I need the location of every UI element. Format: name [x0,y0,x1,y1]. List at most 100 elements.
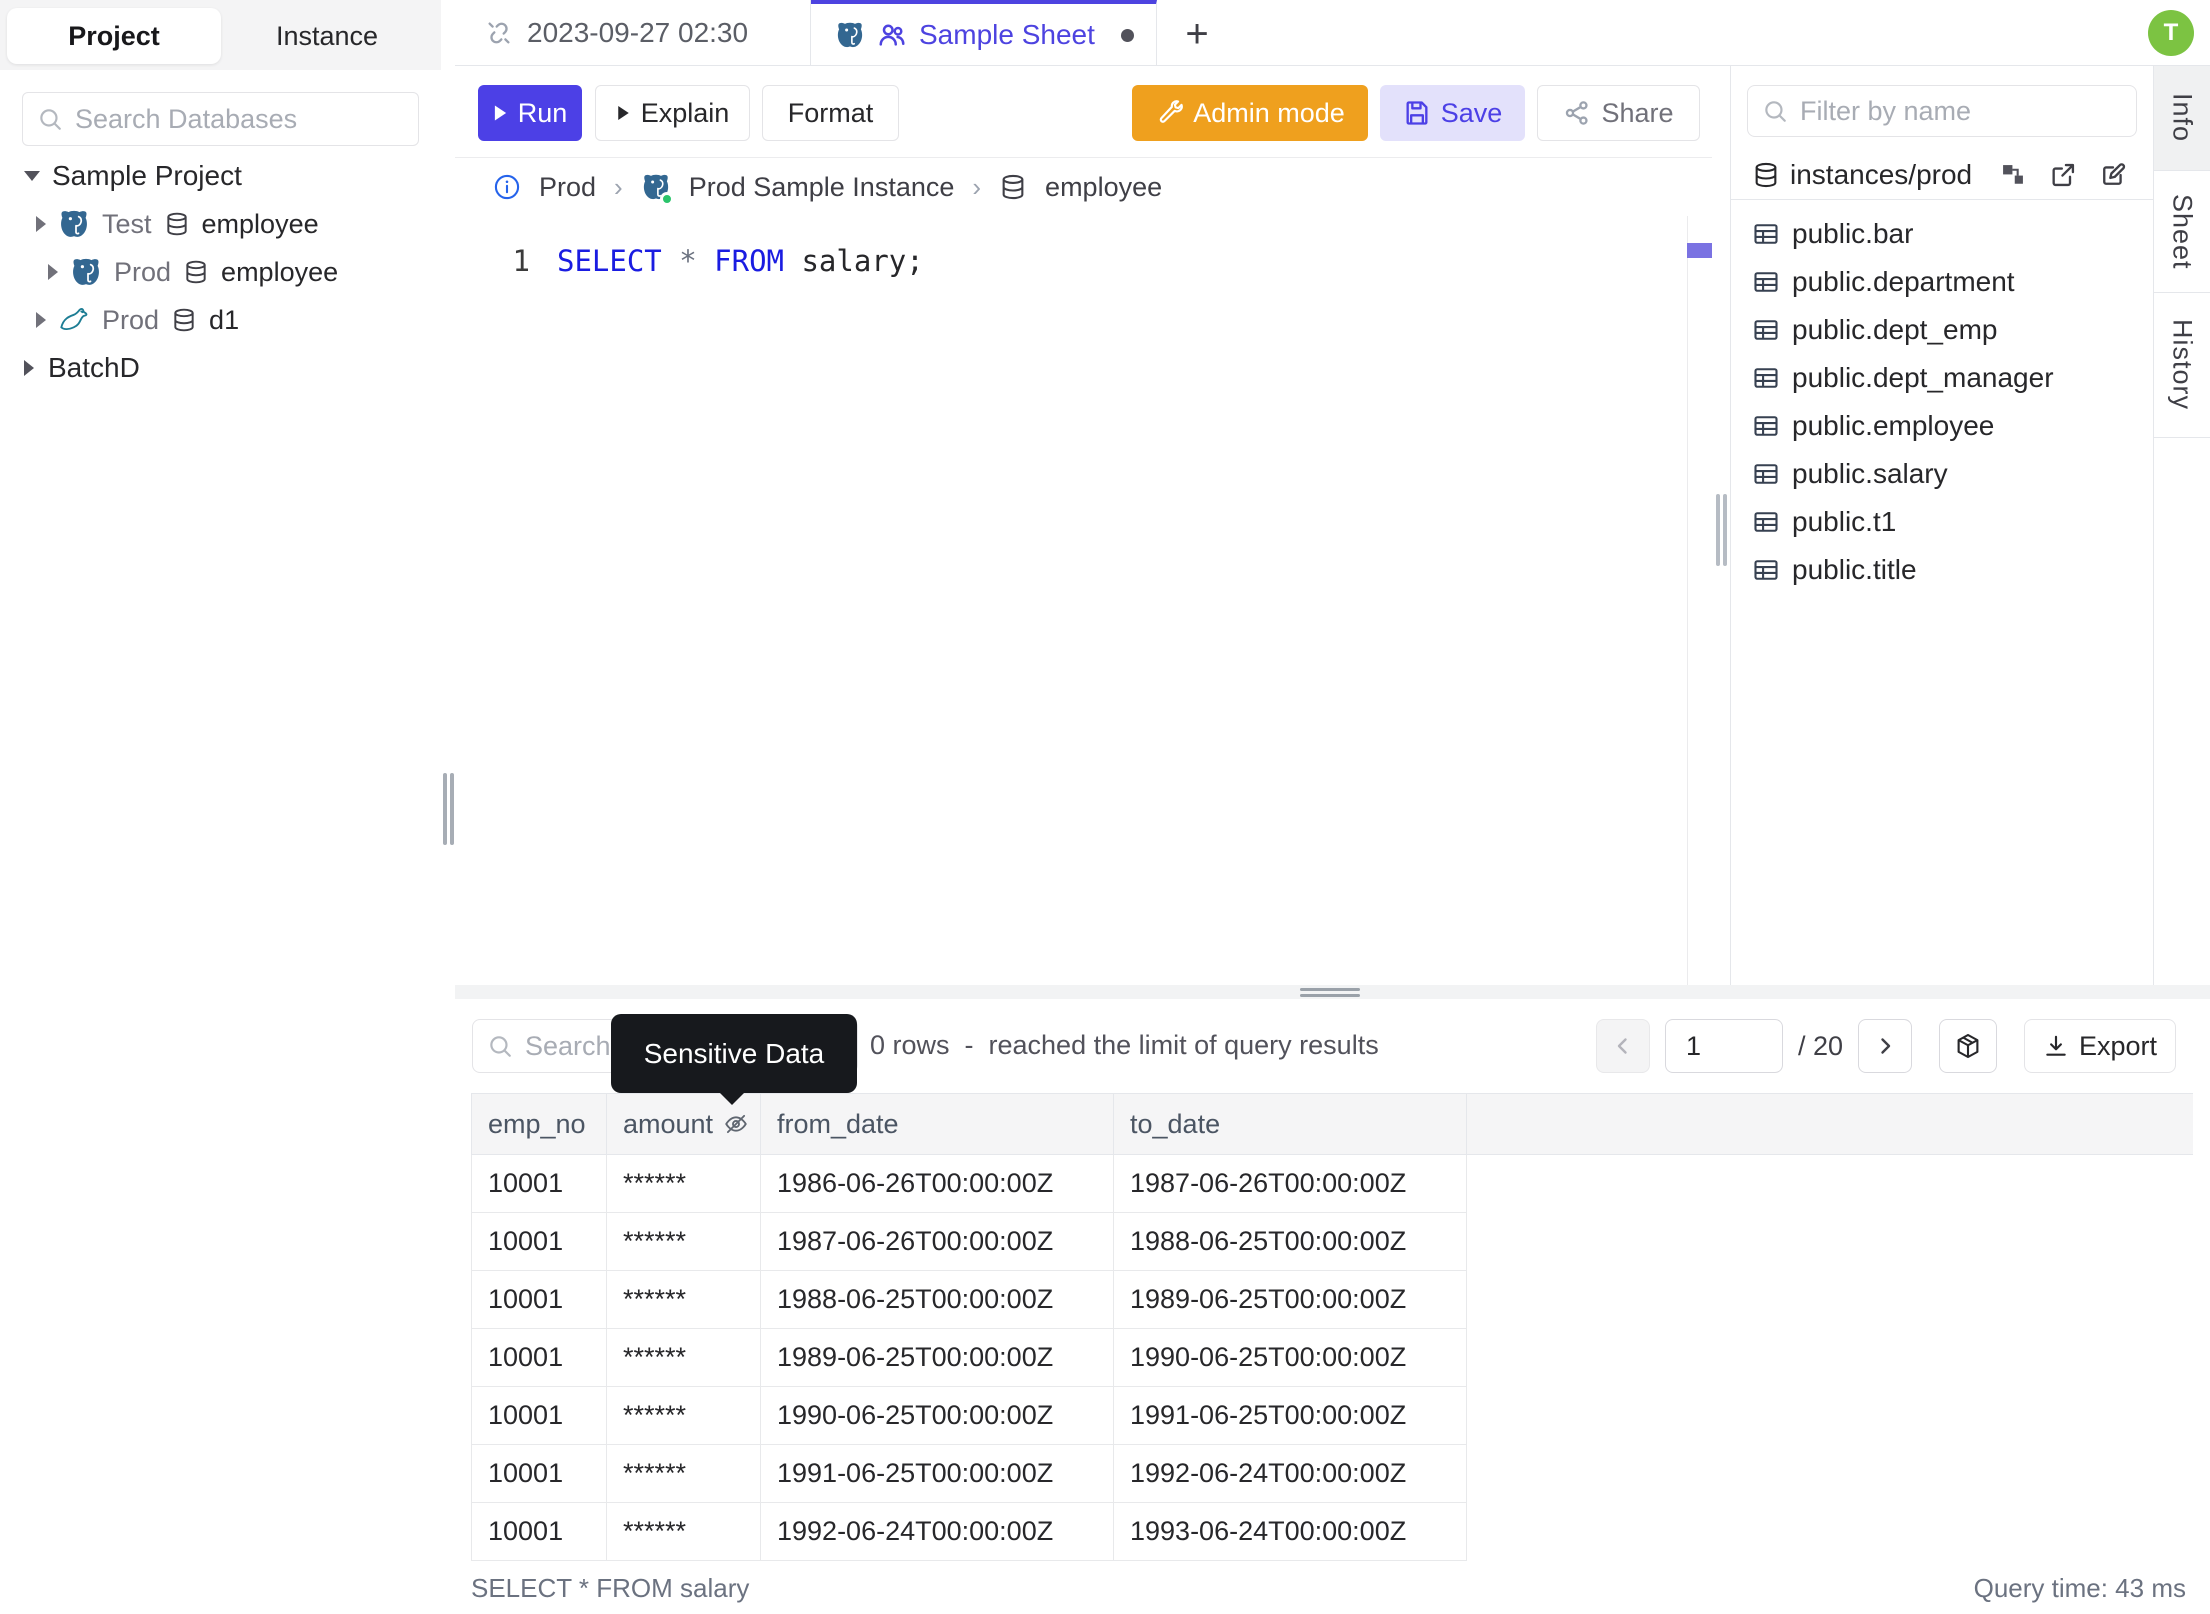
database-search[interactable] [22,92,419,146]
table-filter[interactable] [1747,85,2137,137]
table-list-item[interactable]: public.dept_emp [1730,306,2153,354]
fetch-all-button[interactable] [1939,1019,1997,1073]
new-tab-button[interactable]: + [1175,12,1219,56]
tab-project[interactable]: Project [7,8,221,64]
table-list-item[interactable]: public.employee [1730,402,2153,450]
cell-from-date[interactable]: 1987-06-26T00:00:00Z [761,1213,1114,1270]
editor-scrollbar[interactable] [1687,216,1712,985]
table-row[interactable]: 10001 ****** 1991-06-25T00:00:00Z 1992-0… [472,1445,1467,1503]
explain-button[interactable]: Explain [595,85,750,141]
breadcrumb-environment[interactable]: Prod [539,172,596,203]
prev-page-button[interactable] [1595,1019,1650,1073]
table-row[interactable]: 10001 ****** 1987-06-26T00:00:00Z 1988-0… [472,1213,1467,1271]
caret-down-icon[interactable] [24,170,40,181]
table-list-item[interactable]: public.dept_manager [1730,354,2153,402]
tree-item-prod-d1[interactable]: Prod d1 [0,296,441,344]
cell-from-date[interactable]: 1986-06-26T00:00:00Z [761,1155,1114,1212]
format-button[interactable]: Format [762,85,899,141]
table-row[interactable]: 10001 ****** 1986-06-26T00:00:00Z 1987-0… [472,1155,1467,1213]
table-row[interactable]: 10001 ****** 1990-06-25T00:00:00Z 1991-0… [472,1387,1467,1445]
cell-to-date[interactable]: 1989-06-25T00:00:00Z [1114,1271,1467,1328]
tree-item-test-employee[interactable]: Test employee [0,200,441,248]
column-header[interactable]: emp_no [472,1094,607,1154]
cell-to-date[interactable]: 1988-06-25T00:00:00Z [1114,1213,1467,1270]
export-button[interactable]: Export [2024,1019,2176,1073]
table-list-item[interactable]: public.t1 [1730,498,2153,546]
cell-emp-no[interactable]: 10001 [472,1445,607,1502]
cell-amount-masked[interactable]: ****** [607,1155,761,1212]
sheet-tab-bar: 2023-09-27 02:30 Sample Sheet + [455,0,2210,66]
tab-instance[interactable]: Instance [221,8,433,64]
cell-emp-no[interactable]: 10001 [472,1503,607,1560]
user-avatar[interactable]: T [2148,10,2194,56]
tab-sample-sheet-active[interactable]: Sample Sheet [811,0,1157,66]
run-button[interactable]: Run [478,85,582,141]
cell-emp-no[interactable]: 10001 [472,1213,607,1270]
cell-amount-masked[interactable]: ****** [607,1503,761,1560]
tree-item-prod-employee-selected[interactable]: Prod employee [0,248,441,296]
cell-from-date[interactable]: 1989-06-25T00:00:00Z [761,1329,1114,1386]
sidebar-resize-handle[interactable] [441,0,455,1614]
cell-from-date[interactable]: 1988-06-25T00:00:00Z [761,1271,1114,1328]
tab-info[interactable]: Info [2154,66,2210,171]
editor-scroll-thumb[interactable] [1687,243,1712,258]
column-header[interactable]: from_date [761,1094,1114,1154]
column-header[interactable]: to_date [1114,1094,1467,1154]
table-list-item[interactable]: public.department [1730,258,2153,306]
schema-diagram-icon[interactable] [1999,161,2027,189]
cell-emp-no[interactable]: 10001 [472,1155,607,1212]
cell-amount-masked[interactable]: ****** [607,1445,761,1502]
panel-resize-handle[interactable] [1712,66,1730,985]
caret-right-icon[interactable] [24,360,34,376]
page-number-input[interactable]: 1 [1664,1019,1783,1073]
edit-icon[interactable] [2099,161,2127,189]
caret-right-icon[interactable] [48,264,58,280]
save-button[interactable]: Save [1380,85,1525,141]
table-row[interactable]: 10001 ****** 1988-06-25T00:00:00Z 1989-0… [472,1271,1467,1329]
external-link-icon[interactable] [2049,161,2077,189]
cell-amount-masked[interactable]: ****** [607,1213,761,1270]
tree-item-sample-project[interactable]: Sample Project [0,152,441,199]
cell-amount-masked[interactable]: ****** [607,1329,761,1386]
cell-to-date[interactable]: 1992-06-24T00:00:00Z [1114,1445,1467,1502]
tab-sheet[interactable]: Sheet [2154,171,2210,293]
database-label: employee [221,256,339,287]
cell-emp-no[interactable]: 10001 [472,1387,607,1444]
cell-to-date[interactable]: 1993-06-24T00:00:00Z [1114,1503,1467,1560]
table-row[interactable]: 10001 ****** 1989-06-25T00:00:00Z 1990-0… [472,1329,1467,1387]
grip-line [1716,494,1720,566]
cell-amount-masked[interactable]: ****** [607,1387,761,1444]
table-list-item[interactable]: public.salary [1730,450,2153,498]
table-filter-input[interactable] [1800,95,2122,127]
cell-amount-masked[interactable]: ****** [607,1271,761,1328]
cell-to-date[interactable]: 1987-06-26T00:00:00Z [1114,1155,1467,1212]
cell-from-date[interactable]: 1992-06-24T00:00:00Z [761,1503,1114,1560]
next-page-button[interactable] [1858,1019,1912,1073]
info-icon[interactable] [493,173,521,201]
project-label: Sample Project [52,159,242,191]
caret-right-icon[interactable] [36,312,46,328]
breadcrumb-instance[interactable]: Prod Sample Instance [689,172,955,203]
table-list-item[interactable]: public.title [1730,546,2153,594]
cell-to-date[interactable]: 1991-06-25T00:00:00Z [1114,1387,1467,1444]
table-row[interactable]: 10001 ****** 1992-06-24T00:00:00Z 1993-0… [472,1503,1467,1561]
tab-history[interactable]: History [2154,293,2210,438]
cell-to-date[interactable]: 1990-06-25T00:00:00Z [1114,1329,1467,1386]
breadcrumb-database[interactable]: employee [1045,172,1162,203]
caret-right-icon[interactable] [36,216,46,232]
cell-from-date[interactable]: 1991-06-25T00:00:00Z [761,1445,1114,1502]
tree-item-batchd[interactable]: BatchD [0,344,441,392]
sql-editor[interactable]: 1 SELECT * FROM salary; [455,216,1687,985]
cell-emp-no[interactable]: 10001 [472,1329,607,1386]
sql-code-line[interactable]: SELECT * FROM salary; [557,244,924,278]
cell-emp-no[interactable]: 10001 [472,1271,607,1328]
table-list-item[interactable]: public.bar [1730,210,2153,258]
admin-mode-button[interactable]: Admin mode [1132,85,1368,141]
share-button[interactable]: Share [1537,85,1700,141]
tab-history-sheet[interactable]: 2023-09-27 02:30 [455,0,811,66]
cell-from-date[interactable]: 1990-06-25T00:00:00Z [761,1387,1114,1444]
results-resize-handle[interactable] [455,985,2210,999]
database-search-input[interactable] [75,103,404,135]
format-label: Format [787,97,874,128]
table-name: public.t1 [1792,506,1897,537]
